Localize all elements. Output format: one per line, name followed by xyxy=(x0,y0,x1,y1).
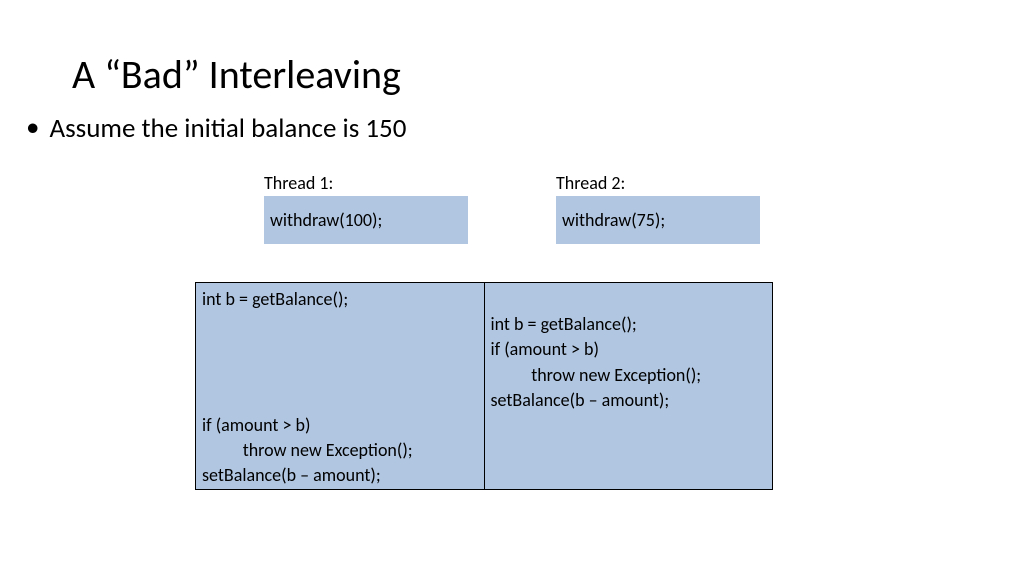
bullet-text: Assume the initial balance is 150 xyxy=(49,112,406,145)
thread-1-call-text: withdraw(100); xyxy=(270,209,382,231)
thread-1-label: Thread 1: xyxy=(264,172,333,194)
interleaving-table: int b = getBalance(); if (amount > b) th… xyxy=(195,282,773,490)
interleaving-right-column: int b = getBalance(); if (amount > b) th… xyxy=(485,283,773,489)
slide-title: A “Bad” Interleaving xyxy=(72,50,401,99)
thread-2-call-box: withdraw(75); xyxy=(556,196,760,244)
thread-1-call-box: withdraw(100); xyxy=(264,196,468,244)
bullet-item: • Assume the initial balance is 150 xyxy=(26,112,406,145)
bullet-dot-icon: • xyxy=(26,112,39,144)
thread-2-label: Thread 2: xyxy=(556,172,625,194)
thread-2-call-text: withdraw(75); xyxy=(562,209,665,231)
interleaving-left-column: int b = getBalance(); if (amount > b) th… xyxy=(196,283,485,489)
